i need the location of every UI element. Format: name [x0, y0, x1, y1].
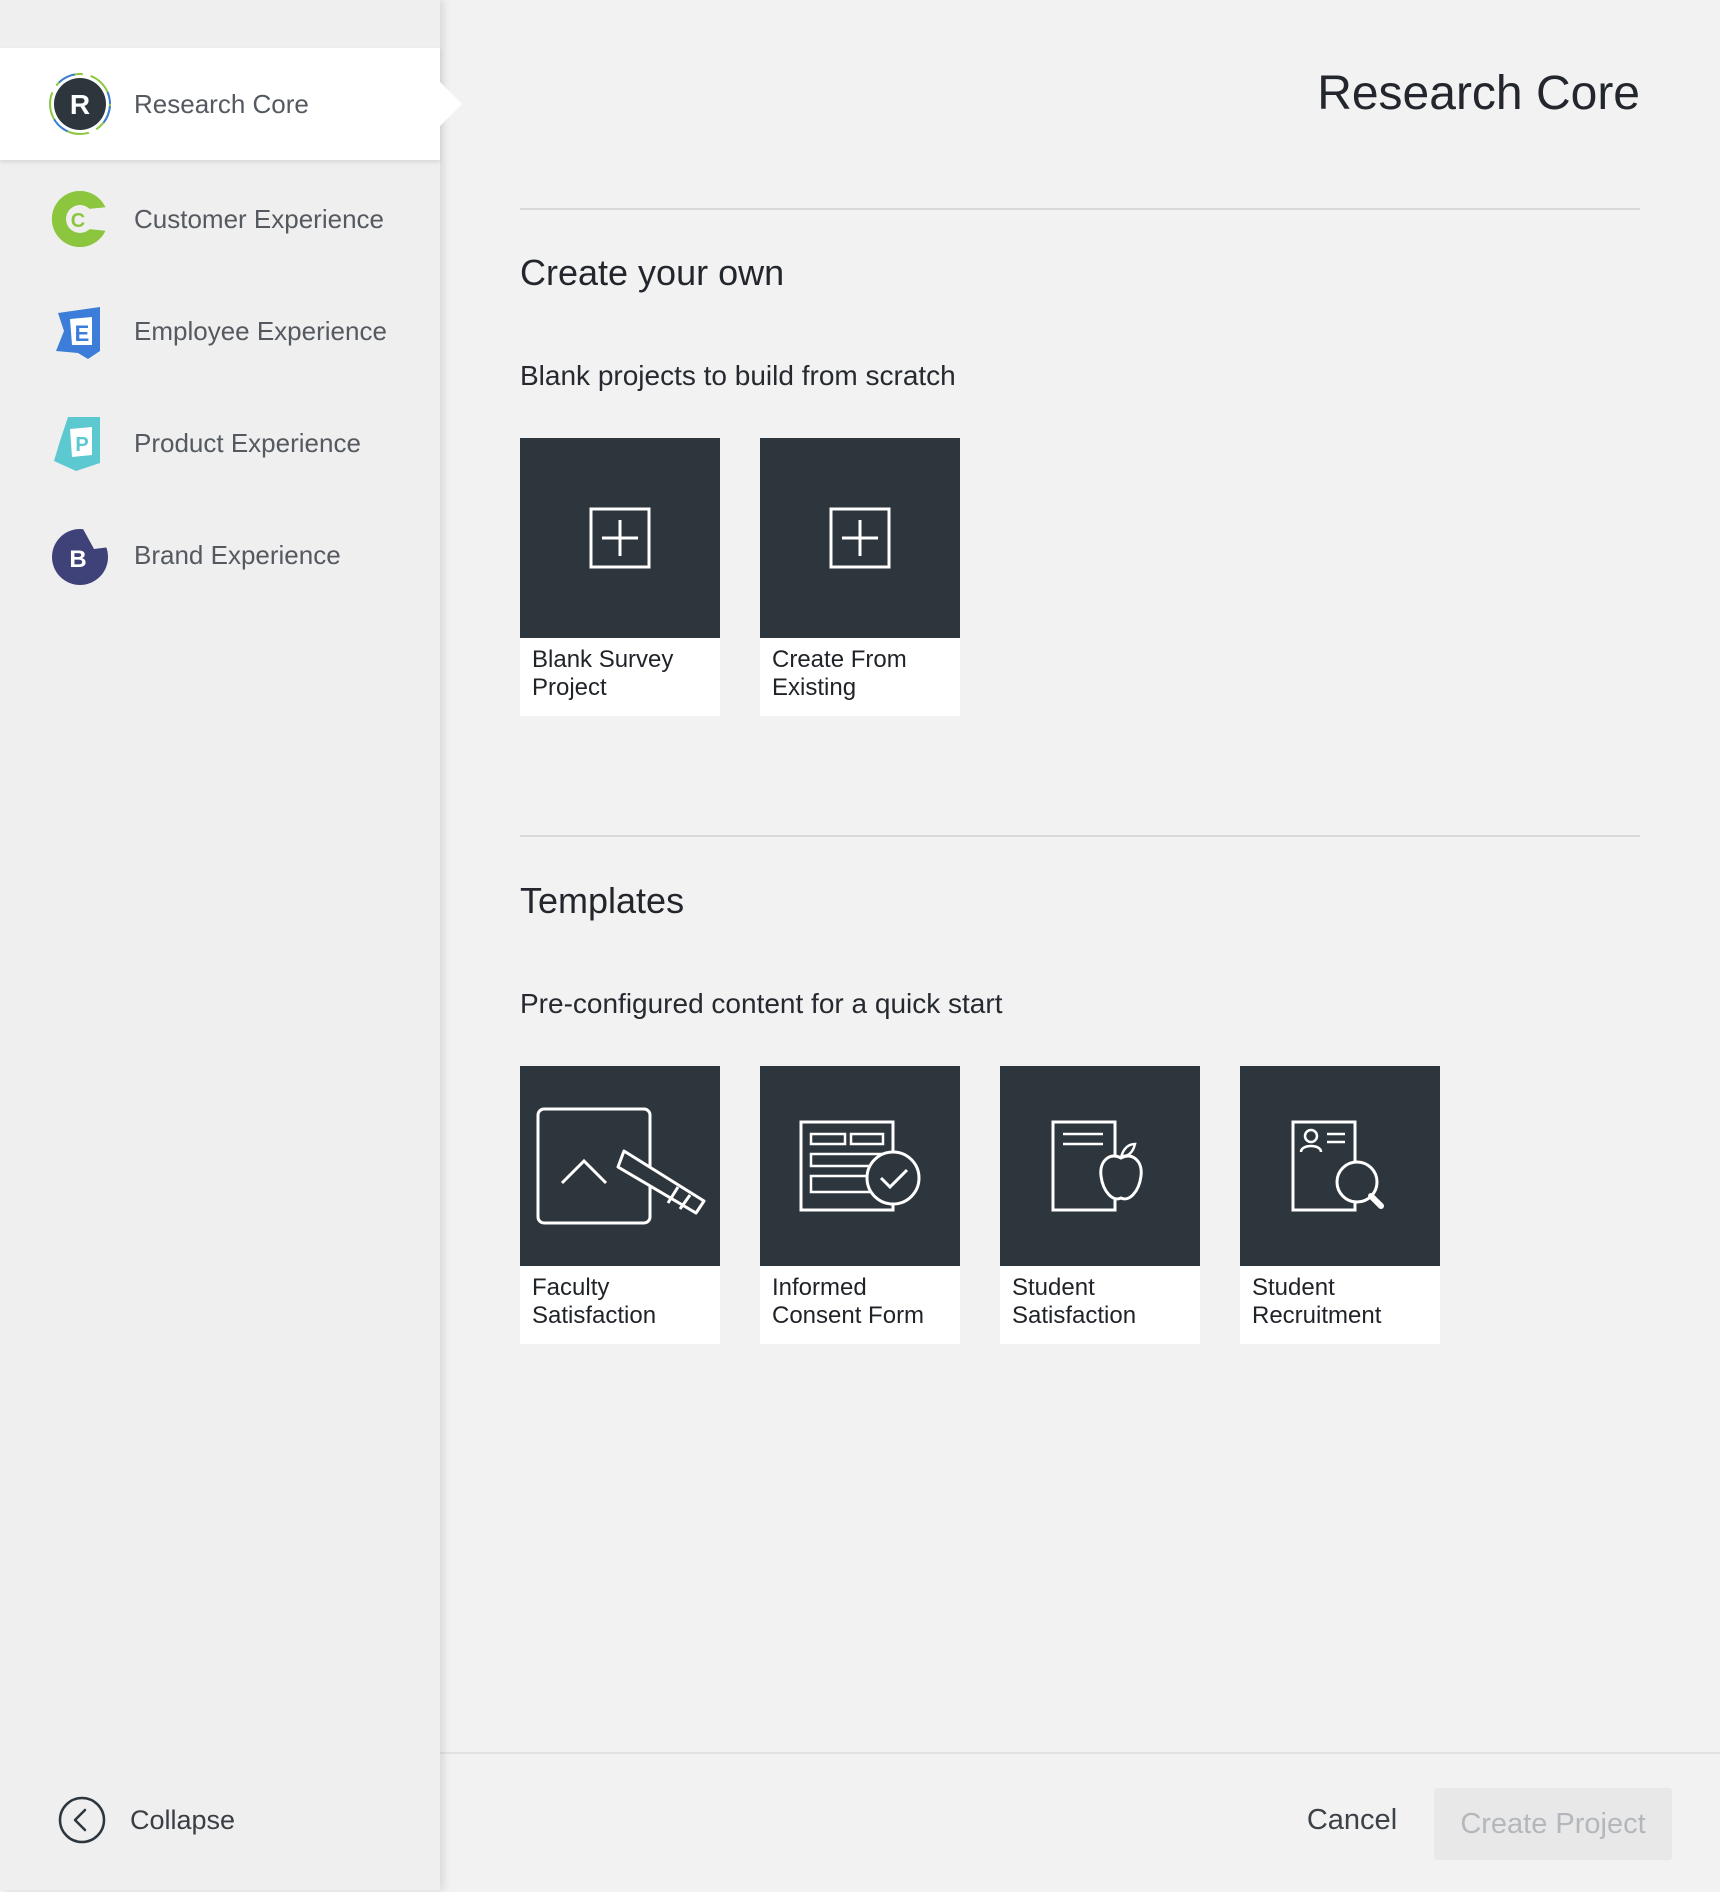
- card-thumbnail: [1000, 1066, 1200, 1266]
- plus-square-icon: [589, 507, 651, 569]
- create-project-button[interactable]: Create Project: [1434, 1788, 1672, 1860]
- card-label: Blank Survey Project: [532, 646, 674, 701]
- customer-experience-icon: C: [51, 191, 108, 247]
- main-panel: Research Core Create your own Blank proj…: [440, 0, 1720, 1890]
- product-sidebar: R Research Core C Customer Experience E …: [0, 0, 462, 1890]
- divider: [520, 208, 1640, 210]
- modal-footer: Cancel Create Project: [440, 1752, 1720, 1892]
- templates-section-subtitle: Pre-configured content for a quick start: [520, 988, 1003, 1019]
- card-thumbnail: [760, 1066, 960, 1266]
- page-title: Research Core: [1317, 67, 1640, 120]
- create-section-title: Create your own: [520, 252, 785, 293]
- faculty-satisfaction-card[interactable]: Faculty Satisfaction: [520, 1066, 720, 1344]
- sidebar-item-label: Customer Experience: [134, 204, 384, 234]
- divider: [520, 835, 1640, 837]
- sidebar-item-product-experience[interactable]: P Product Experience: [0, 387, 440, 499]
- cancel-button[interactable]: Cancel: [1292, 1784, 1412, 1856]
- sidebar-item-label: Brand Experience: [134, 540, 341, 570]
- sidebar-item-label: Research Core: [134, 89, 309, 119]
- sidebar-item-research-core[interactable]: R Research Core: [0, 48, 462, 160]
- svg-text:B: B: [69, 546, 86, 573]
- svg-text:C: C: [71, 210, 85, 232]
- checkmark-pencil-icon: [536, 1107, 706, 1225]
- card-thumbnail: [520, 1066, 720, 1266]
- product-experience-icon: P: [54, 417, 100, 471]
- card-label: Student Satisfaction: [1012, 1274, 1137, 1329]
- card-label: Student Recruitment: [1252, 1274, 1382, 1329]
- research-core-icon: R: [49, 73, 111, 135]
- card-label: Faculty Satisfaction: [532, 1274, 657, 1329]
- svg-text:E: E: [75, 321, 90, 346]
- create-section-subtitle: Blank projects to build from scratch: [520, 360, 956, 391]
- student-satisfaction-card[interactable]: Student Satisfaction: [1000, 1066, 1200, 1344]
- card-thumbnail: [520, 438, 720, 638]
- profile-search-icon: [1291, 1120, 1384, 1212]
- chevron-left-circle-icon: [58, 1796, 106, 1844]
- blank-survey-project-card[interactable]: Blank Survey Project: [520, 438, 720, 716]
- student-recruitment-card[interactable]: Student Recruitment: [1240, 1066, 1440, 1344]
- svg-text:P: P: [75, 434, 88, 456]
- sidebar-item-employee-experience[interactable]: E Employee Experience: [0, 275, 440, 387]
- card-label: Informed Consent Form: [772, 1274, 925, 1329]
- paper-apple-icon: [1051, 1120, 1143, 1212]
- card-thumbnail: [760, 438, 960, 638]
- collapse-label: Collapse: [130, 1804, 236, 1835]
- sidebar-item-label: Product Experience: [134, 428, 361, 458]
- create-from-existing-card[interactable]: Create From Existing: [760, 438, 960, 716]
- form-check-icon: [799, 1120, 921, 1212]
- templates-section-title: Templates: [520, 880, 685, 921]
- brand-experience-icon: B: [52, 527, 110, 585]
- card-thumbnail: [1240, 1066, 1440, 1266]
- svg-text:R: R: [70, 89, 90, 120]
- sidebar-item-brand-experience[interactable]: B Brand Experience: [0, 499, 440, 611]
- informed-consent-form-card[interactable]: Informed Consent Form: [760, 1066, 960, 1344]
- plus-square-icon: [829, 507, 891, 569]
- collapse-button[interactable]: Collapse: [58, 1790, 358, 1850]
- sidebar-item-label: Employee Experience: [134, 316, 387, 346]
- card-label: Create From Existing: [772, 646, 907, 701]
- sidebar-item-customer-experience[interactable]: C Customer Experience: [0, 163, 440, 275]
- employee-experience-icon: E: [56, 307, 100, 359]
